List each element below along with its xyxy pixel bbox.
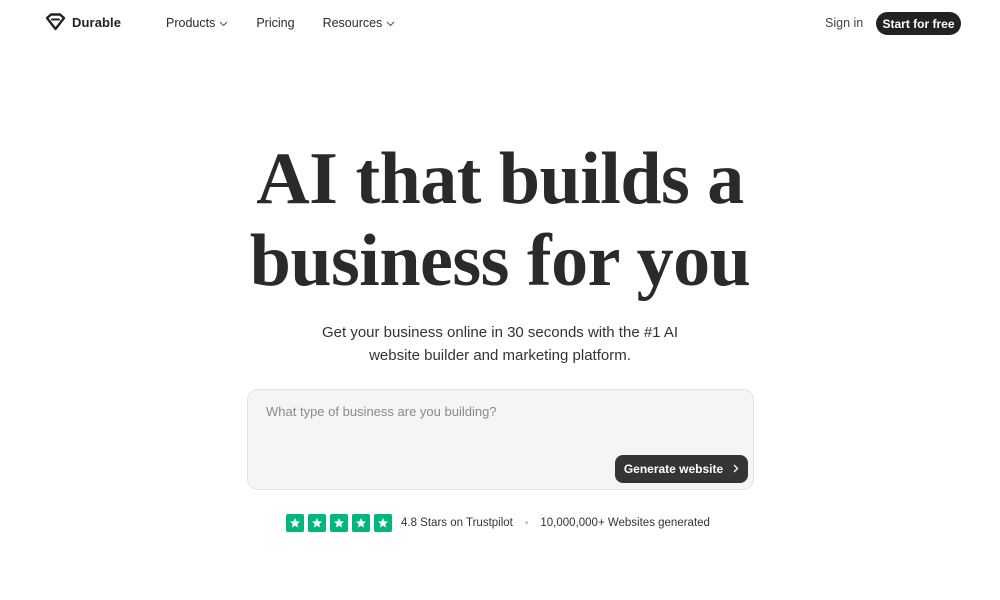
- brand-name: Durable: [72, 14, 122, 30]
- nav-item-label: Pricing: [256, 16, 295, 30]
- diamond-logo-icon: [45, 13, 66, 31]
- hero-subtitle-line-2: website builder and marketing platform.: [369, 347, 631, 364]
- nav-item-products[interactable]: Products: [166, 16, 228, 30]
- nav-links: Products Pricing Resources: [166, 16, 395, 30]
- hero-title-line-2: business for you: [249, 220, 751, 302]
- hero-title-line-1: AI that builds a: [256, 138, 744, 220]
- hero-title: AI that builds a business for you: [0, 138, 1000, 302]
- nav-item-resources[interactable]: Resources: [323, 16, 396, 30]
- nav-item-pricing[interactable]: Pricing: [256, 16, 294, 30]
- business-type-input[interactable]: [266, 404, 736, 452]
- star-icon: [330, 514, 348, 532]
- star-icon: [286, 514, 304, 532]
- trustpilot-rating-text: 4.8 Stars on Trustpilot: [401, 517, 513, 529]
- separator-dot: •: [524, 517, 529, 529]
- nav-item-label: Products: [166, 16, 216, 30]
- trustpilot-stars: [286, 514, 392, 532]
- generate-website-label: Generate website: [623, 462, 724, 476]
- social-proof-row: 4.8 Stars on Trustpilot • 10,000,000+ We…: [286, 514, 710, 532]
- brand-logo[interactable]: Durable: [45, 13, 121, 31]
- generate-website-button[interactable]: Generate website: [615, 455, 748, 483]
- star-icon: [374, 514, 392, 532]
- star-icon: [308, 514, 326, 532]
- chevron-down-icon: [219, 16, 228, 30]
- chevron-right-icon: [733, 462, 739, 476]
- sign-in-link[interactable]: Sign in: [825, 16, 863, 30]
- hero-subtitle: Get your business online in 30 seconds w…: [0, 321, 1000, 367]
- chevron-down-icon: [386, 16, 395, 30]
- start-for-free-button[interactable]: Start for free: [876, 12, 961, 35]
- nav-item-label: Resources: [322, 16, 383, 30]
- websites-generated-count: 10,000,000+ Websites generated: [540, 517, 710, 529]
- hero-subtitle-line-1: Get your business online in 30 seconds w…: [321, 324, 679, 341]
- star-icon: [352, 514, 370, 532]
- business-prompt-box: Generate website: [247, 389, 754, 490]
- top-navigation: Durable Products Pricing Resources Sign …: [0, 0, 1000, 48]
